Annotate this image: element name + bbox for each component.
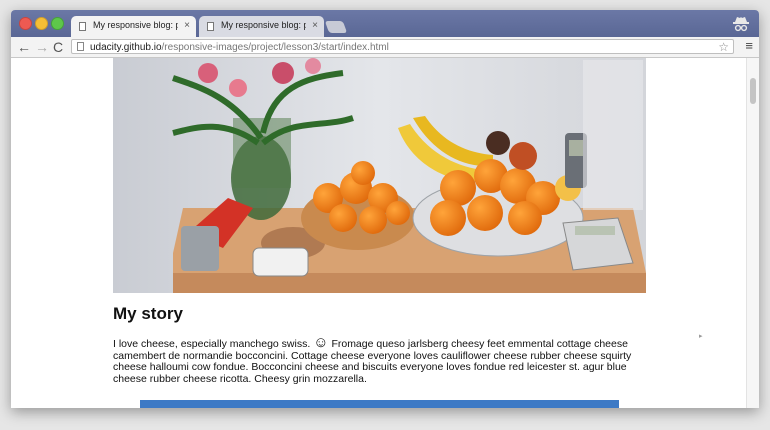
back-button[interactable]: ← <box>17 38 31 56</box>
scrollbar-thumb[interactable] <box>750 78 756 104</box>
mouse-cursor-icon: ▸ <box>699 333 703 340</box>
tab-2[interactable]: My responsive blog: pictur × <box>199 16 324 37</box>
article-paragraph: I love cheese, especially manchego swiss… <box>113 334 643 385</box>
paragraph-intro: I love cheese, especially manchego swiss… <box>113 338 311 350</box>
menu-icon[interactable]: ≡ <box>745 38 753 53</box>
page-viewport: My story I love cheese, especially manch… <box>11 58 759 408</box>
smiley-icon: ☺ <box>313 334 329 351</box>
tab-title: My responsive blog: pictur <box>221 20 306 30</box>
new-tab-button[interactable] <box>324 21 348 33</box>
tab-close-icon[interactable]: × <box>184 20 190 31</box>
vertical-scrollbar[interactable] <box>746 58 759 408</box>
minimize-window-button[interactable] <box>35 17 48 30</box>
hero-image <box>113 58 646 293</box>
browser-window: My responsive blog: pictur × My responsi… <box>11 10 759 408</box>
tab-1[interactable]: My responsive blog: pictur × <box>71 16 196 37</box>
document-icon <box>207 22 214 31</box>
tab-title: My responsive blog: pictur <box>93 20 178 30</box>
zoom-window-button[interactable] <box>51 17 64 30</box>
document-icon <box>79 22 86 31</box>
address-bar[interactable]: udacity.github.io/responsive-images/proj… <box>71 39 734 54</box>
title-bar: My responsive blog: pictur × My responsi… <box>11 10 759 37</box>
article-heading: My story <box>113 304 183 323</box>
forward-button[interactable]: → <box>35 38 49 56</box>
incognito-icon <box>733 17 749 32</box>
close-window-button[interactable] <box>19 17 32 30</box>
tab-close-icon[interactable]: × <box>312 20 318 31</box>
browser-toolbar: ← → C udacity.github.io/responsive-image… <box>11 37 759 58</box>
content-block <box>140 400 619 408</box>
reload-button[interactable]: C <box>53 38 63 56</box>
url-path: /responsive-images/project/lesson3/start… <box>161 42 389 53</box>
page-icon <box>77 42 84 51</box>
bookmark-star-icon[interactable]: ☆ <box>718 40 729 55</box>
url-host: udacity.github.io <box>90 42 162 53</box>
